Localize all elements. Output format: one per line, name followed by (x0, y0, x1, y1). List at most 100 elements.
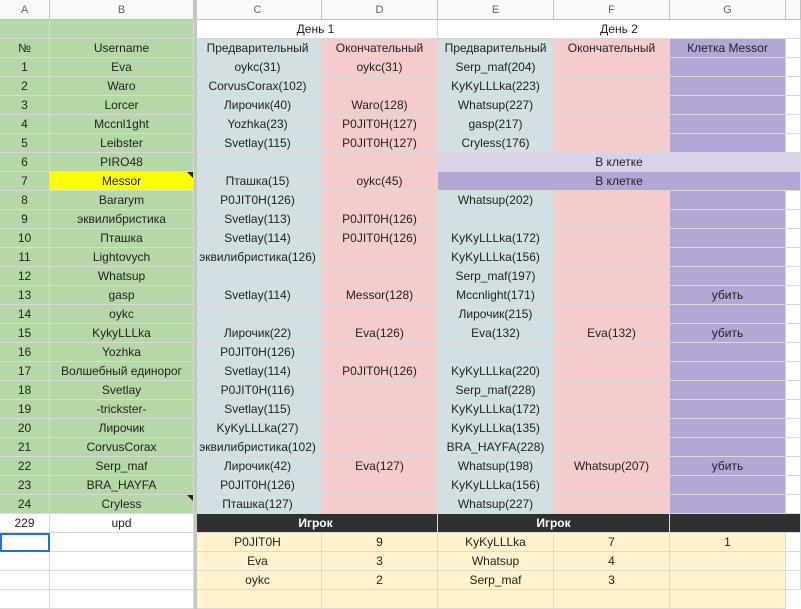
summary-extra[interactable]: 1 (670, 533, 786, 552)
header-username[interactable]: Username (50, 39, 194, 58)
header-number[interactable]: № (0, 39, 50, 58)
day1-final-vote[interactable] (322, 381, 438, 400)
day2-preliminary-vote[interactable]: BRA_HAYFA(228) (438, 438, 554, 457)
username-cell[interactable]: Yozhka (50, 343, 194, 362)
day2-final-vote[interactable] (554, 58, 670, 77)
empty-cell[interactable] (0, 533, 50, 552)
cell-h[interactable] (786, 210, 801, 229)
day1-preliminary-vote[interactable]: P0JIT0H(126) (194, 476, 322, 495)
empty-cell[interactable] (50, 571, 194, 590)
day1-final-vote[interactable]: Eva(127) (322, 457, 438, 476)
day2-preliminary-vote[interactable]: Whatsup(198) (438, 457, 554, 476)
in-cage-status[interactable]: В клетке (438, 172, 801, 191)
empty-cell[interactable] (786, 533, 801, 552)
day2-preliminary-vote[interactable]: KyKyLLLka(172) (438, 229, 554, 248)
day1-final-vote[interactable] (322, 267, 438, 286)
day1-final-vote[interactable] (322, 153, 438, 172)
day1-final-vote[interactable]: oykc(45) (322, 172, 438, 191)
player-header-day2[interactable]: Игрок (438, 514, 670, 533)
username-cell[interactable]: Cryless (50, 495, 194, 514)
cell-h[interactable] (786, 134, 801, 153)
row-number[interactable]: 6 (0, 153, 50, 172)
day2-final-vote[interactable] (554, 191, 670, 210)
cell-h[interactable] (786, 362, 801, 381)
day2-final-vote[interactable] (554, 286, 670, 305)
row-number[interactable]: 11 (0, 248, 50, 267)
username-cell[interactable]: BRA_HAYFA (50, 476, 194, 495)
summary-player-day1[interactable]: Eva (194, 552, 322, 571)
header-preliminary-day2[interactable]: Предварительный (438, 39, 554, 58)
day2-final-vote[interactable] (554, 267, 670, 286)
day1-final-vote[interactable]: P0JIT0H(126) (322, 229, 438, 248)
day2-preliminary-vote[interactable]: Whatsup(227) (438, 96, 554, 115)
day2-final-vote[interactable] (554, 305, 670, 324)
summary-count-day1[interactable]: 2 (322, 571, 438, 590)
day1-preliminary-vote[interactable]: P0JIT0H(126) (194, 343, 322, 362)
row-number[interactable]: 3 (0, 96, 50, 115)
row-number[interactable]: 23 (0, 476, 50, 495)
cell-h[interactable] (786, 495, 801, 514)
username-cell[interactable]: Whatsup (50, 267, 194, 286)
day2-preliminary-vote[interactable]: Serp_maf(197) (438, 267, 554, 286)
username-cell[interactable]: Serp_maf (50, 457, 194, 476)
day2-preliminary-vote[interactable]: KyKyLLLka(172) (438, 400, 554, 419)
row-number[interactable]: 10 (0, 229, 50, 248)
header-final-day1[interactable]: Окончательный (322, 39, 438, 58)
player-header-day1[interactable]: Игрок (194, 514, 438, 533)
day1-final-vote[interactable] (322, 419, 438, 438)
day2-preliminary-vote[interactable]: KyKyLLLka(135) (438, 419, 554, 438)
column-header-a[interactable]: A (0, 0, 50, 20)
day1-preliminary-vote[interactable]: P0JIT0H(126) (194, 191, 322, 210)
row-number[interactable]: 8 (0, 191, 50, 210)
username-cell[interactable]: KykyLLLka (50, 324, 194, 343)
cell-h[interactable] (786, 419, 801, 438)
day1-preliminary-vote[interactable]: Лирочик(22) (194, 324, 322, 343)
day2-preliminary-vote[interactable]: Serp_maf(228) (438, 381, 554, 400)
header-cage-messor[interactable]: Клетка Messor (670, 39, 786, 58)
username-cell[interactable]: Mccnl1ght (50, 115, 194, 134)
row-number[interactable]: 15 (0, 324, 50, 343)
day2-final-vote[interactable] (554, 229, 670, 248)
day1-final-vote[interactable] (322, 438, 438, 457)
empty-cell[interactable] (786, 552, 801, 571)
summary-player-day1[interactable]: oykc (194, 571, 322, 590)
cell-h[interactable] (786, 400, 801, 419)
day1-final-vote[interactable] (322, 343, 438, 362)
empty-cell[interactable] (0, 552, 50, 571)
cell-b1[interactable] (50, 20, 194, 39)
cage-messor-action[interactable] (670, 96, 786, 115)
cage-messor-action[interactable] (670, 419, 786, 438)
summary-count-day1[interactable]: 3 (322, 552, 438, 571)
in-cage-status[interactable]: В клетке (438, 153, 801, 172)
cell-h[interactable] (786, 267, 801, 286)
cell-h[interactable] (786, 115, 801, 134)
day1-preliminary-vote[interactable]: Svetlay(115) (194, 134, 322, 153)
username-cell[interactable]: Пташка (50, 229, 194, 248)
cage-messor-action[interactable] (670, 210, 786, 229)
cage-messor-action[interactable]: убить (670, 324, 786, 343)
row-number[interactable]: 1 (0, 58, 50, 77)
username-cell[interactable]: Leibster (50, 134, 194, 153)
day1-final-vote[interactable] (322, 305, 438, 324)
username-cell[interactable]: Waro (50, 77, 194, 96)
summary-count-day1[interactable] (322, 590, 438, 609)
username-cell[interactable]: CorvusCorax (50, 438, 194, 457)
column-header-next[interactable] (786, 0, 801, 20)
summary-count-day2[interactable]: 7 (554, 533, 670, 552)
day2-header[interactable]: День 2 (438, 20, 801, 39)
username-cell[interactable]: эквилибристика (50, 210, 194, 229)
day2-final-vote[interactable] (554, 134, 670, 153)
day2-final-vote[interactable] (554, 343, 670, 362)
day2-preliminary-vote[interactable]: Лирочик(215) (438, 305, 554, 324)
summary-player-day1[interactable] (194, 590, 322, 609)
day1-final-vote[interactable]: Waro(128) (322, 96, 438, 115)
day2-final-vote[interactable]: Whatsup(207) (554, 457, 670, 476)
cell-h[interactable] (786, 77, 801, 96)
day2-preliminary-vote[interactable]: KyKyLLLka(220) (438, 362, 554, 381)
day2-preliminary-vote[interactable]: Eva(132) (438, 324, 554, 343)
day1-final-vote[interactable] (322, 77, 438, 96)
day1-final-vote[interactable] (322, 248, 438, 267)
username-cell[interactable]: -trickster- (50, 400, 194, 419)
column-header-g[interactable]: G (670, 0, 786, 20)
row-number[interactable]: 20 (0, 419, 50, 438)
